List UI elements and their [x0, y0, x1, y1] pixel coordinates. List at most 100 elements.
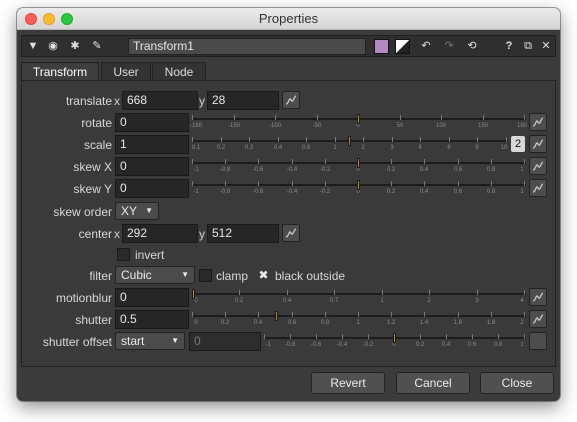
wrench-icon[interactable]: ✎	[88, 38, 106, 55]
rotate-slider-handle[interactable]	[357, 114, 360, 124]
revert-button[interactable]: Revert	[311, 372, 385, 394]
skew-x-animation-curve-icon[interactable]	[529, 157, 547, 175]
shutter-slider-handle[interactable]	[275, 311, 278, 321]
slider-tick-label: 0.6	[467, 342, 477, 348]
motionblur-animation-curve-icon[interactable]	[529, 288, 547, 306]
slider-tick	[325, 159, 326, 164]
close-button[interactable]: Close	[480, 372, 554, 394]
shutter-slider[interactable]: 0 0.2 0.4 0.6 0.8 1 1.2 1.4 1.6 1.8 2	[192, 311, 526, 331]
slider-tick	[491, 181, 492, 186]
center-x-input[interactable]: 292	[122, 224, 198, 243]
filter-label: filter	[89, 269, 112, 283]
shutter-offset-slider[interactable]: -1 -0.8 -0.6 -0.4 -0.2 0 0.2 0.4 0.6 0.8 1	[264, 333, 526, 353]
motionblur-slider[interactable]: 0 0.2 0.4 0.7 1 2 3 4	[192, 289, 526, 309]
skew-y-input[interactable]: 0	[115, 179, 189, 198]
slider-tick	[391, 159, 392, 164]
translate-y-input[interactable]: 28	[207, 91, 279, 110]
slider-tick-label: 1	[520, 189, 524, 195]
center-x-axis-label: x	[114, 227, 120, 241]
rotate-input[interactable]: 0	[115, 113, 189, 132]
skew-x-slider[interactable]: -1 -0.8 -0.6 -0.4 -0.2 0 0.2 0.4 0.6 0.8 1	[192, 158, 526, 178]
tab-user[interactable]: User	[101, 62, 151, 81]
slider-tick	[420, 334, 421, 339]
shutter-offset-input[interactable]: 0	[189, 332, 261, 351]
skew-x-input[interactable]: 0	[115, 157, 189, 176]
tab-node[interactable]: Node	[152, 62, 206, 81]
skew-y-slider-handle[interactable]	[357, 180, 360, 190]
slider-tick	[192, 115, 193, 120]
zoom-window-button[interactable]	[61, 13, 73, 25]
slider-tick-label: 1	[380, 298, 384, 304]
node-name-input[interactable]: Transform1	[128, 38, 366, 55]
slider-tick	[382, 290, 383, 295]
slider-tick	[192, 312, 193, 317]
cancel-button[interactable]: Cancel	[396, 372, 470, 394]
slider-tick	[358, 312, 359, 317]
translate-animation-curve-icon[interactable]	[282, 91, 300, 109]
tab-transform[interactable]: Transform	[21, 62, 99, 82]
motionblur-slider-handle[interactable]	[192, 289, 195, 299]
slider-tick-label: -1	[265, 342, 271, 348]
slider-tick	[446, 334, 447, 339]
slider-tick-label: -0.6	[252, 167, 264, 173]
slider-tick-label: -1	[193, 189, 199, 195]
clamp-checkbox[interactable]	[199, 269, 212, 282]
close-icon[interactable]: ✕	[537, 38, 555, 55]
slider-tick	[225, 159, 226, 164]
color-swatch-icon[interactable]	[374, 39, 389, 54]
skew-y-slider[interactable]: -1 -0.8 -0.6 -0.4 -0.2 0 0.2 0.4 0.6 0.8 1	[192, 180, 526, 200]
scale-animation-curve-icon[interactable]	[529, 135, 547, 153]
slider-tick-label: 100	[435, 123, 447, 129]
slider-tick	[392, 137, 393, 142]
triangle-down-icon[interactable]: ▼	[24, 38, 42, 55]
motionblur-slider-track	[192, 293, 526, 295]
slider-tick	[449, 137, 450, 142]
node-toolbar: ▼ ◉ ✱ ✎ Transform1 ↶ ↷ ⟲ ? ⧉ ✕	[21, 35, 556, 57]
slider-tick-label: -1	[193, 167, 199, 173]
scale-input[interactable]: 1	[115, 135, 189, 154]
slider-tick	[400, 115, 401, 120]
redo-icon[interactable]: ↷	[440, 38, 458, 55]
close-window-button[interactable]	[25, 13, 37, 25]
shutter-offset-slider-handle[interactable]	[393, 333, 396, 343]
slider-tick-label: 0.4	[282, 298, 292, 304]
title-bar[interactable]: Properties	[17, 8, 560, 30]
maximize-icon[interactable]: ⧉	[519, 38, 537, 55]
white-swatch-icon[interactable]	[395, 39, 410, 54]
undo-icon[interactable]: ↶	[417, 38, 435, 55]
center-node-icon[interactable]: ◉	[44, 38, 62, 55]
float-icon[interactable]: ✱	[66, 38, 84, 55]
translate-x-input[interactable]: 668	[122, 91, 198, 110]
motionblur-input[interactable]: 0	[115, 288, 189, 307]
filter-dropdown[interactable]: Cubic ▼	[115, 266, 195, 284]
center-animation-curve-icon[interactable]	[282, 224, 300, 242]
minimize-window-button[interactable]	[43, 13, 55, 25]
slider-tick-label: 0.2	[216, 145, 226, 151]
scale-slider[interactable]: 0.1 0.2 0.3 0.4 0.6 1 2 3 4 6 8 10	[192, 136, 508, 156]
slider-tick-label: -180	[189, 123, 203, 129]
revert-icon[interactable]: ⟲	[463, 38, 481, 55]
slider-tick	[458, 312, 459, 317]
invert-checkbox[interactable]	[117, 248, 130, 261]
skew-y-animation-curve-icon[interactable]	[529, 179, 547, 197]
skew-x-slider-handle[interactable]	[357, 158, 360, 168]
help-icon[interactable]: ?	[500, 38, 518, 55]
rotate-slider[interactable]: -180 -150 -100 -50 0 50 100 150 180	[189, 114, 527, 134]
slider-tick	[483, 115, 484, 120]
shutter-input[interactable]: 0.5	[115, 310, 189, 329]
rotate-animation-curve-icon[interactable]	[529, 113, 547, 131]
shutter-offset-dropdown[interactable]: start ▼	[115, 332, 185, 350]
scale-split-badge[interactable]: 2	[511, 136, 525, 152]
slider-tick-label: -0.6	[252, 189, 264, 195]
shutter-animation-curve-icon[interactable]	[529, 310, 547, 328]
shutter-offset-animation-curve-icon[interactable]	[529, 332, 547, 350]
slider-tick	[472, 334, 473, 339]
skew-order-dropdown[interactable]: XY ▼	[115, 202, 159, 220]
slider-tick	[420, 137, 421, 142]
black-outside-checkbox[interactable]: ✖	[257, 269, 270, 282]
skew-order-value: XY	[121, 204, 138, 218]
center-y-input[interactable]: 512	[207, 224, 279, 243]
slider-tick-label: 0.6	[453, 189, 463, 195]
slider-tick-label: 0.6	[287, 320, 297, 326]
scale-slider-handle[interactable]	[348, 136, 351, 146]
